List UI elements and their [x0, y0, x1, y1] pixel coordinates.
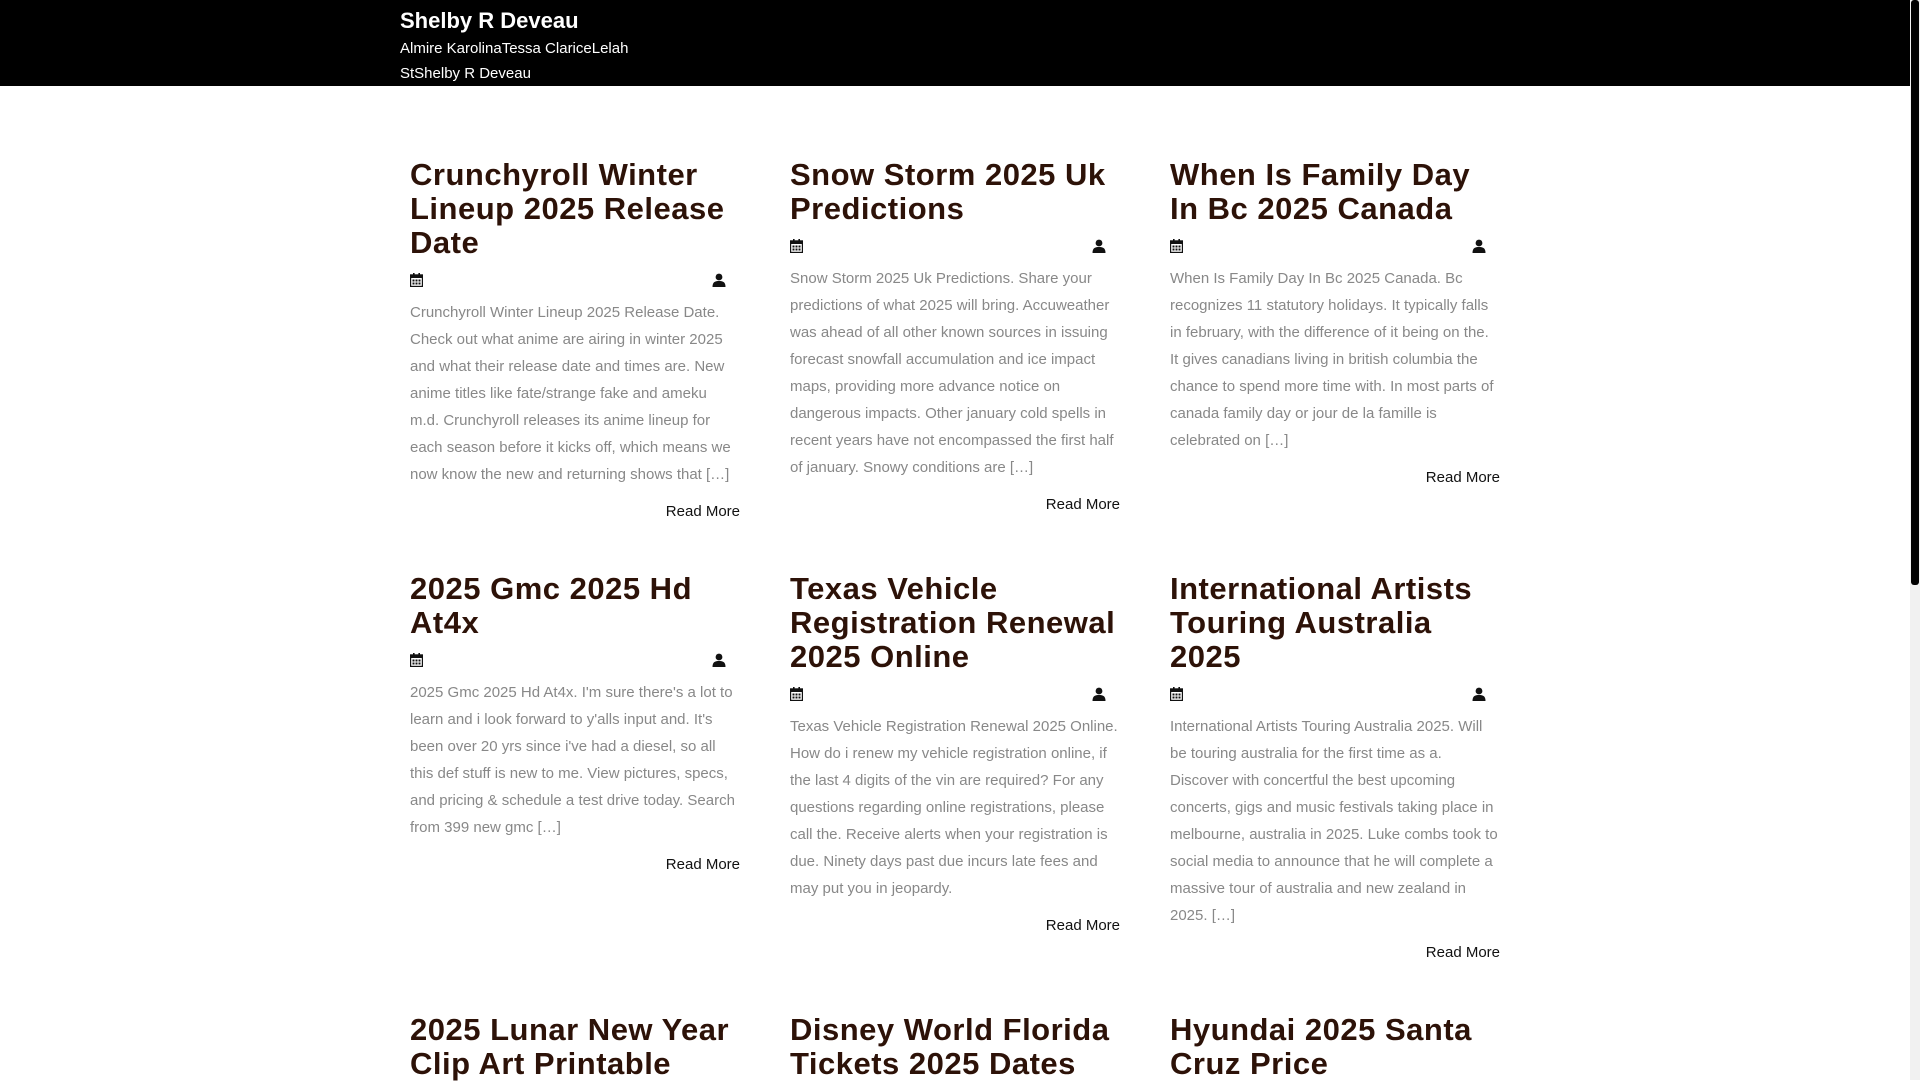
post-card: Snow Storm 2025 Uk Predictions Snow Stor…: [790, 158, 1120, 520]
post-excerpt: Crunchyroll Winter Lineup 2025 Release D…: [410, 304, 731, 483]
user-icon: [1472, 687, 1486, 701]
post-excerpt: Texas Vehicle Registration Renewal 2025 …: [790, 718, 1118, 897]
post-excerpt: International Artists Touring Australia …: [1170, 718, 1498, 924]
read-more-link[interactable]: Read More: [1170, 944, 1500, 961]
post-card: Crunchyroll Winter Lineup 2025 Release D…: [410, 158, 740, 520]
post-title[interactable]: When Is Family Day In Bc 2025 Canada: [1170, 158, 1500, 226]
post-title[interactable]: Crunchyroll Winter Lineup 2025 Release D…: [410, 158, 740, 260]
site-title[interactable]: Shelby R Deveau: [400, 6, 579, 36]
user-icon: [1472, 239, 1486, 253]
scrollbar-thumb[interactable]: [1911, 0, 1919, 585]
post-title[interactable]: Texas Vehicle Registration Renewal 2025 …: [790, 572, 1120, 674]
post-title[interactable]: Snow Storm 2025 Uk Predictions: [790, 158, 1120, 226]
user-icon: [712, 653, 726, 667]
post-excerpt: When Is Family Day In Bc 2025 Canada. Bc…: [1170, 270, 1494, 449]
post-excerpt: Snow Storm 2025 Uk Predictions. Share yo…: [790, 270, 1114, 476]
post-card: International Artists Touring Australia …: [1170, 572, 1500, 961]
post-card: Hyundai 2025 Santa Cruz Price: [1170, 1013, 1500, 1081]
read-more-link[interactable]: Read More: [410, 856, 740, 873]
post-meta: [1170, 236, 1500, 256]
post-card: Texas Vehicle Registration Renewal 2025 …: [790, 572, 1120, 961]
calendar-icon: [790, 687, 803, 701]
user-icon: [712, 273, 726, 287]
scrollbar[interactable]: [1910, 0, 1920, 1080]
post-meta: [790, 236, 1120, 256]
post-title[interactable]: 2025 Gmc 2025 Hd At4x: [410, 572, 740, 640]
post-meta: [790, 684, 1120, 704]
post-excerpt: 2025 Gmc 2025 Hd At4x. I'm sure there's …: [410, 684, 735, 836]
post-meta: [410, 650, 740, 670]
site-header: Shelby R Deveau Almire KarolinaTessa Cla…: [0, 0, 1910, 86]
post-grid: Crunchyroll Winter Lineup 2025 Release D…: [410, 158, 1500, 1081]
post-card: Disney World Florida Tickets 2025 Dates: [790, 1013, 1120, 1081]
post-meta: [410, 270, 740, 290]
calendar-icon: [1170, 239, 1183, 253]
post-card: 2025 Gmc 2025 Hd At4x 2025 Gmc 2025 Hd A…: [410, 572, 740, 961]
post-title[interactable]: Disney World Florida Tickets 2025 Dates: [790, 1013, 1120, 1081]
read-more-link[interactable]: Read More: [410, 503, 740, 520]
post-title[interactable]: International Artists Touring Australia …: [1170, 572, 1500, 674]
site-description: Almire KarolinaTessa ClariceLelah StShel…: [400, 40, 629, 82]
post-title[interactable]: 2025 Lunar New Year Clip Art Printable: [410, 1013, 740, 1081]
post-card: 2025 Lunar New Year Clip Art Printable: [410, 1013, 740, 1081]
post-title[interactable]: Hyundai 2025 Santa Cruz Price: [1170, 1013, 1500, 1081]
calendar-icon: [790, 239, 803, 253]
read-more-link[interactable]: Read More: [1170, 469, 1500, 486]
user-icon: [1092, 687, 1106, 701]
user-icon: [1092, 239, 1106, 253]
post-meta: [1170, 684, 1500, 704]
post-card: When Is Family Day In Bc 2025 Canada Whe…: [1170, 158, 1500, 520]
calendar-icon: [410, 273, 423, 287]
calendar-icon: [410, 653, 423, 667]
read-more-link[interactable]: Read More: [790, 917, 1120, 934]
read-more-link[interactable]: Read More: [790, 496, 1120, 513]
calendar-icon: [1170, 687, 1183, 701]
